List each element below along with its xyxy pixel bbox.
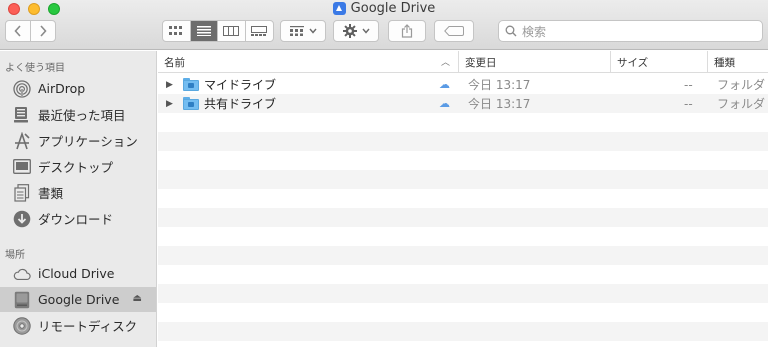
file-kind: フォルダ: [717, 97, 766, 111]
list-icon: [196, 26, 211, 36]
empty-row: [158, 246, 768, 265]
list-view-button[interactable]: [190, 21, 218, 41]
window-title: Google Drive: [350, 1, 436, 16]
sidebar-item-remote-disc[interactable]: リモートディスク: [0, 313, 156, 338]
chevron-right-icon: [40, 25, 47, 37]
disclosure-triangle-icon[interactable]: ▶: [166, 94, 173, 113]
downloads-icon: [13, 210, 31, 228]
sidebar-item-applications[interactable]: アプリケーション: [0, 128, 156, 153]
tags-button[interactable]: [434, 20, 474, 42]
empty-row: [158, 170, 768, 189]
action-menu-button[interactable]: [333, 20, 379, 42]
sidebar-item-downloads[interactable]: ダウンロード: [0, 206, 156, 231]
empty-row: [158, 132, 768, 151]
columns-icon: [223, 26, 240, 36]
back-button[interactable]: [6, 21, 31, 41]
sidebar-item-label: アプリケーション: [38, 134, 138, 149]
share-button[interactable]: [388, 20, 426, 42]
file-name: マイドライブ: [204, 78, 277, 92]
toolbar: Google Drive 検索: [0, 0, 768, 50]
column-header-size[interactable]: サイズ: [610, 51, 707, 73]
grid-icon: [169, 26, 183, 35]
sidebar-item-label: リモートディスク: [38, 319, 138, 334]
column-header-row: 名前 ︿ 変更日 サイズ 種類: [158, 51, 768, 73]
google-drive-icon: [332, 2, 346, 15]
cloud-status-icon: ☁: [439, 97, 450, 110]
column-header-modified[interactable]: 変更日: [458, 51, 610, 73]
column-view-button[interactable]: [218, 21, 246, 41]
airdrop-icon: [13, 79, 31, 98]
file-rows: ▶ マイドライブ ☁ 今日 13:17 -- フォルダ ▶ 共有ドライブ ☁ 今…: [158, 73, 768, 347]
file-size: --: [684, 96, 693, 111]
chevron-down-icon: [361, 28, 370, 34]
gear-icon: [342, 24, 357, 38]
eject-icon[interactable]: ⏏: [133, 293, 142, 304]
favorites-header: よく使う項目: [5, 63, 65, 74]
desktop-icon: [13, 158, 31, 176]
sidebar-item-label: ダウンロード: [38, 212, 114, 227]
window-title-bar: Google Drive: [0, 0, 768, 17]
file-name: 共有ドライブ: [204, 97, 277, 111]
sidebar: よく使う項目 AirDrop 最近使った項目 アプリケーション デスクトップ 書…: [0, 51, 157, 347]
chevron-left-icon: [14, 25, 21, 37]
folder-icon: [183, 75, 199, 94]
places-header: 場所: [5, 250, 25, 261]
cloud-icon: [13, 265, 31, 283]
sidebar-item-desktop[interactable]: デスクトップ: [0, 154, 156, 179]
search-placeholder: 検索: [522, 24, 547, 39]
chevron-down-icon: [308, 28, 317, 34]
sidebar-item-label: 最近使った項目: [38, 108, 126, 123]
sidebar-item-label: 書類: [38, 186, 64, 201]
navigation-buttons: [5, 20, 56, 42]
sidebar-item-recents[interactable]: 最近使った項目: [0, 102, 156, 127]
group-by-button[interactable]: [280, 20, 326, 42]
gallery-view-button[interactable]: [246, 21, 273, 41]
sidebar-item-label: デスクトップ: [38, 160, 114, 175]
sidebar-item-icloud-drive[interactable]: iCloud Drive: [0, 261, 156, 286]
column-header-kind[interactable]: 種類: [707, 51, 768, 73]
file-kind: フォルダ: [717, 78, 766, 92]
forward-button[interactable]: [31, 21, 55, 41]
search-icon: [505, 25, 517, 37]
empty-row: [158, 284, 768, 303]
cloud-status-icon: ☁: [439, 78, 450, 91]
file-list: 名前 ︿ 変更日 サイズ 種類 ▶ マイドライブ ☁ 今日 13:17 -- フ…: [158, 51, 768, 347]
recents-icon: [13, 106, 31, 124]
tag-icon: [444, 26, 464, 36]
empty-row: [158, 322, 768, 341]
share-icon: [401, 24, 413, 38]
search-field[interactable]: 検索: [498, 20, 763, 42]
file-modified: 今日 13:17: [468, 78, 531, 92]
drive-icon: [13, 291, 31, 309]
folder-icon: [183, 94, 199, 113]
disclosure-triangle-icon[interactable]: ▶: [166, 75, 173, 94]
view-mode-control: [162, 20, 274, 42]
file-size: --: [684, 77, 693, 92]
gallery-icon: [251, 26, 268, 36]
disc-icon: [13, 316, 31, 335]
table-row[interactable]: ▶ マイドライブ ☁ 今日 13:17 -- フォルダ: [158, 75, 768, 94]
table-row[interactable]: ▶ 共有ドライブ ☁ 今日 13:17 -- フォルダ: [158, 94, 768, 113]
applications-icon: [13, 131, 31, 150]
sort-ascending-icon: ︿: [441, 58, 451, 68]
documents-icon: [13, 183, 31, 202]
icon-view-button[interactable]: [163, 21, 191, 41]
empty-row: [158, 208, 768, 227]
column-header-name[interactable]: 名前: [158, 51, 458, 73]
sidebar-item-label: AirDrop: [38, 81, 86, 96]
sidebar-item-documents[interactable]: 書類: [0, 180, 156, 205]
group-grid-icon: [289, 26, 304, 36]
file-modified: 今日 13:17: [468, 97, 531, 111]
sidebar-item-label: iCloud Drive: [38, 266, 115, 281]
sidebar-item-label: Google Drive: [38, 292, 120, 307]
sidebar-item-google-drive[interactable]: Google Drive ⏏: [0, 287, 156, 312]
sidebar-item-airdrop[interactable]: AirDrop: [0, 76, 156, 101]
